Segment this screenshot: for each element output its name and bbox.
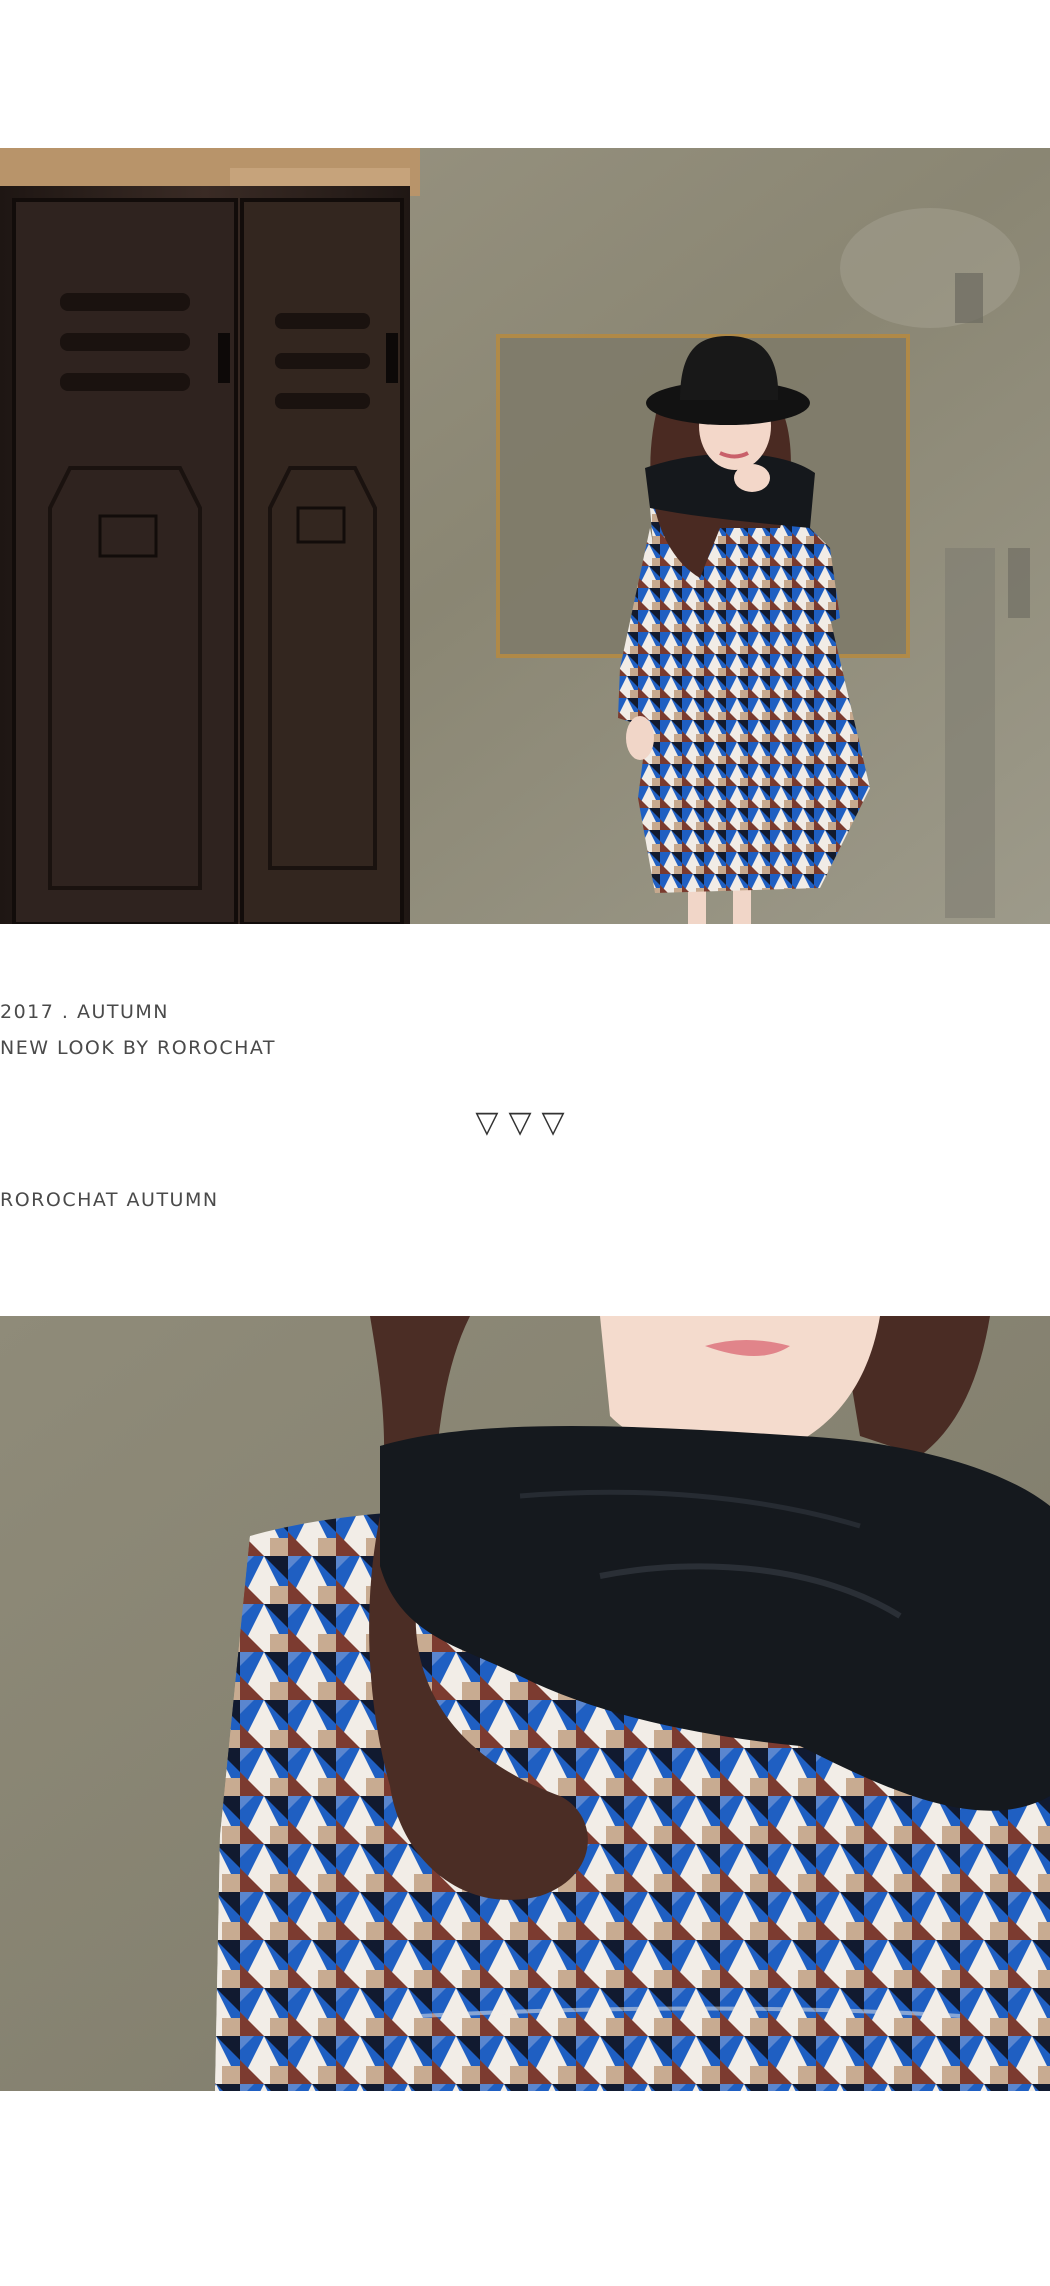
triangle-down-icon: ▽▽▽ <box>475 1105 575 1140</box>
caption-season-year: 2017 . AUTUMN <box>0 1001 169 1023</box>
lookbook-photo-closeup <box>0 1316 1050 2091</box>
caption-collection-name: ROROCHAT AUTUMN <box>0 1189 219 1211</box>
caption-new-look-by-brand: NEW LOOK BY ROROCHAT <box>0 1037 276 1059</box>
photo-illustration-top <box>0 148 1050 924</box>
photo-illustration-bottom <box>0 1316 1050 2091</box>
lookbook-photo-full-body <box>0 148 1050 924</box>
